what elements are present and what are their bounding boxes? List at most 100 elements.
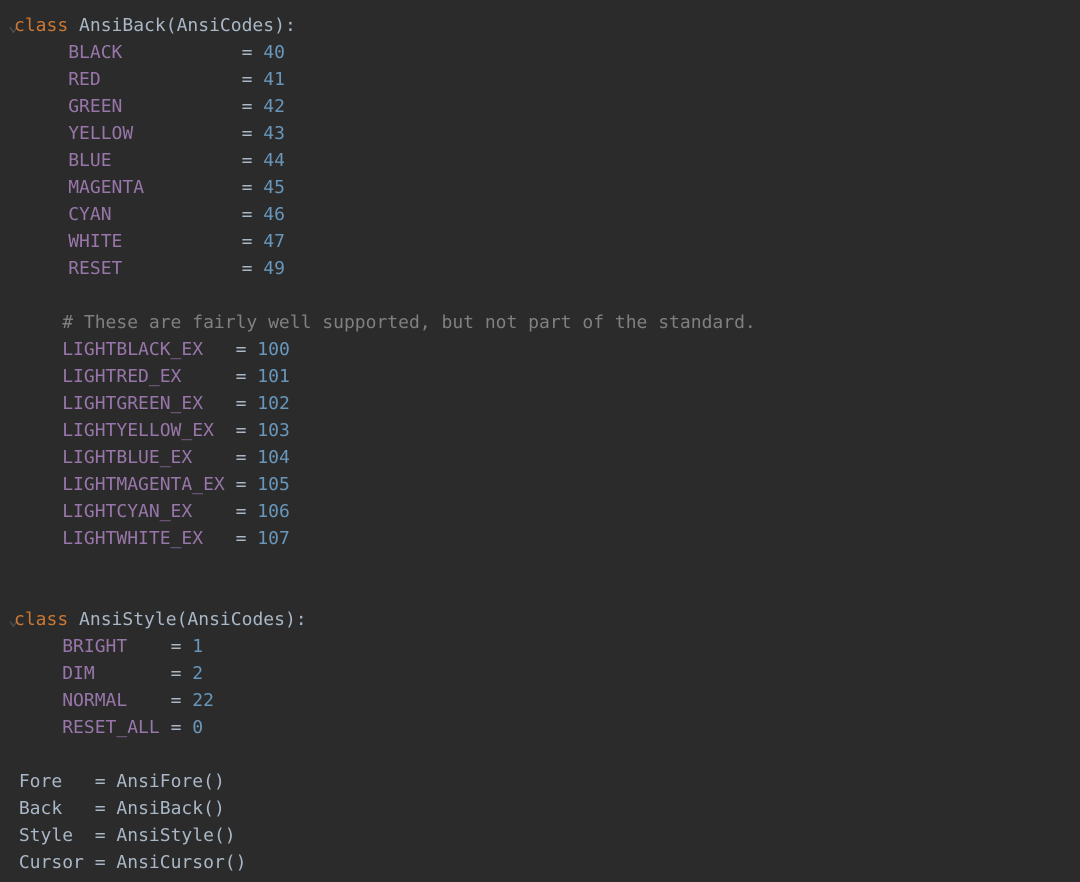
blank-line — [8, 282, 1080, 309]
equals-operator: = — [242, 96, 253, 117]
equals-operator: = — [236, 474, 247, 495]
number-literal: 106 — [257, 501, 290, 522]
attribute-assignment: LIGHTBLUE_EX = 104 — [8, 444, 1080, 471]
attribute-name: YELLOW — [68, 123, 133, 144]
equals-operator: = — [242, 69, 253, 90]
number-literal: 2 — [192, 663, 203, 684]
number-literal: 102 — [257, 393, 290, 414]
equals-operator: = — [242, 123, 253, 144]
comment-line: # These are fairly well supported, but n… — [8, 309, 1080, 336]
attribute-assignment: WHITE = 47 — [8, 228, 1080, 255]
equals-operator: = — [171, 663, 182, 684]
equals-operator: = — [242, 177, 253, 198]
attribute-name: LIGHTRED_EX — [62, 366, 181, 387]
parent-class: AnsiCodes — [187, 609, 285, 630]
module-assignment: Back = AnsiBack() — [8, 795, 1080, 822]
attribute-assignment: RESET_ALL = 0 — [8, 714, 1080, 741]
attribute-assignment: GREEN = 42 — [8, 93, 1080, 120]
equals-operator: = — [236, 528, 247, 549]
class-name: AnsiStyle — [79, 609, 177, 630]
attribute-name: BLACK — [68, 42, 122, 63]
attribute-name: RED — [68, 69, 101, 90]
equals-operator: = — [171, 690, 182, 711]
attribute-assignment: LIGHTYELLOW_EX = 103 — [8, 417, 1080, 444]
number-literal: 40 — [263, 42, 285, 63]
constructor-call: AnsiCursor — [116, 852, 224, 873]
equals-operator: = — [242, 258, 253, 279]
attribute-assignment: LIGHTRED_EX = 101 — [8, 363, 1080, 390]
class-declaration: ⌄class AnsiStyle(AnsiCodes): — [8, 606, 1080, 633]
number-literal: 0 — [192, 717, 203, 738]
equals-operator: = — [95, 852, 106, 873]
attribute-assignment: YELLOW = 43 — [8, 120, 1080, 147]
module-assignment: Cursor = AnsiCursor() — [8, 849, 1080, 876]
equals-operator: = — [171, 636, 182, 657]
code-editor-area[interactable]: ⌄class AnsiBack(AnsiCodes): BLACK = 40 R… — [8, 12, 1080, 876]
attribute-assignment: CYAN = 46 — [8, 201, 1080, 228]
equals-operator: = — [242, 204, 253, 225]
attribute-name: LIGHTYELLOW_EX — [62, 420, 214, 441]
equals-operator: = — [236, 420, 247, 441]
equals-operator: = — [242, 42, 253, 63]
number-literal: 107 — [257, 528, 290, 549]
attribute-assignment: RESET = 49 — [8, 255, 1080, 282]
attribute-assignment: RED = 41 — [8, 66, 1080, 93]
attribute-assignment: LIGHTGREEN_EX = 102 — [8, 390, 1080, 417]
attribute-name: LIGHTWHITE_EX — [62, 528, 203, 549]
keyword-class: class — [14, 609, 68, 630]
number-literal: 49 — [263, 258, 285, 279]
number-literal: 22 — [192, 690, 214, 711]
attribute-name: RESET — [68, 258, 122, 279]
variable-name: Cursor — [19, 852, 84, 873]
equals-operator: = — [242, 231, 253, 252]
keyword-class: class — [14, 15, 68, 36]
blank-line — [8, 579, 1080, 606]
attribute-name: LIGHTBLACK_EX — [62, 339, 203, 360]
attribute-name: LIGHTCYAN_EX — [62, 501, 192, 522]
number-literal: 41 — [263, 69, 285, 90]
class-declaration: ⌄class AnsiBack(AnsiCodes): — [8, 12, 1080, 39]
constructor-call: AnsiFore — [116, 771, 203, 792]
equals-operator: = — [236, 339, 247, 360]
attribute-name: CYAN — [68, 204, 111, 225]
number-literal: 47 — [263, 231, 285, 252]
attribute-name: DIM — [62, 663, 95, 684]
blank-line — [8, 552, 1080, 579]
parent-class: AnsiCodes — [177, 15, 275, 36]
attribute-name: WHITE — [68, 231, 122, 252]
attribute-name: LIGHTGREEN_EX — [62, 393, 203, 414]
comment-text: # These are fairly well supported, but n… — [62, 312, 756, 333]
attribute-assignment: DIM = 2 — [8, 660, 1080, 687]
class-name: AnsiBack — [79, 15, 166, 36]
number-literal: 101 — [257, 366, 290, 387]
attribute-assignment: LIGHTBLACK_EX = 100 — [8, 336, 1080, 363]
attribute-name: NORMAL — [62, 690, 127, 711]
equals-operator: = — [236, 393, 247, 414]
number-literal: 105 — [257, 474, 290, 495]
attribute-assignment: NORMAL = 22 — [8, 687, 1080, 714]
attribute-assignment: BLUE = 44 — [8, 147, 1080, 174]
equals-operator: = — [236, 447, 247, 468]
attribute-assignment: BLACK = 40 — [8, 39, 1080, 66]
equals-operator: = — [242, 150, 253, 171]
equals-operator: = — [95, 798, 106, 819]
number-literal: 46 — [263, 204, 285, 225]
attribute-assignment: BRIGHT = 1 — [8, 633, 1080, 660]
equals-operator: = — [95, 771, 106, 792]
equals-operator: = — [95, 825, 106, 846]
variable-name: Style — [19, 825, 73, 846]
attribute-assignment: MAGENTA = 45 — [8, 174, 1080, 201]
number-literal: 44 — [263, 150, 285, 171]
equals-operator: = — [171, 717, 182, 738]
constructor-call: AnsiBack — [116, 798, 203, 819]
attribute-name: BRIGHT — [62, 636, 127, 657]
module-assignment: Style = AnsiStyle() — [8, 822, 1080, 849]
equals-operator: = — [236, 501, 247, 522]
attribute-assignment: LIGHTMAGENTA_EX = 105 — [8, 471, 1080, 498]
number-literal: 43 — [263, 123, 285, 144]
number-literal: 45 — [263, 177, 285, 198]
number-literal: 100 — [257, 339, 290, 360]
attribute-assignment: LIGHTWHITE_EX = 107 — [8, 525, 1080, 552]
module-assignment: Fore = AnsiFore() — [8, 768, 1080, 795]
equals-operator: = — [236, 366, 247, 387]
